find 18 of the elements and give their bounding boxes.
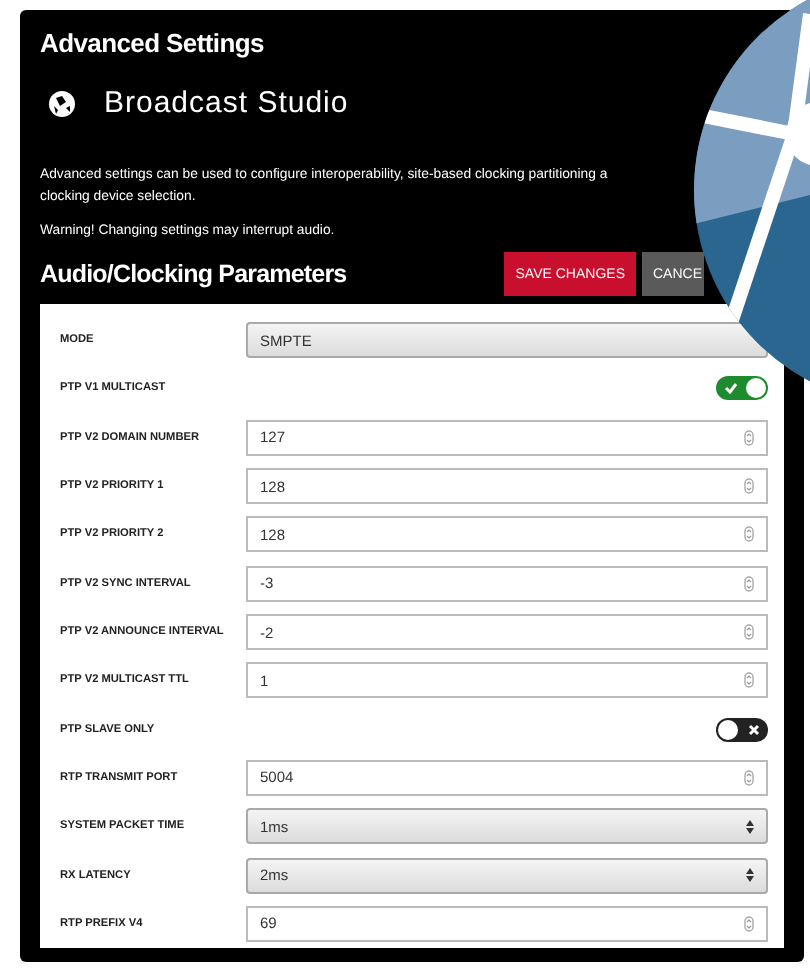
dialog-title: Advanced Settings [40, 28, 264, 58]
section-title: Audio/Clocking Parameters [40, 260, 349, 288]
spinner-icon[interactable] [744, 526, 754, 543]
spinner-icon[interactable] [744, 624, 754, 641]
toggle-switch[interactable] [716, 376, 768, 401]
spinner-icon[interactable] [744, 478, 754, 495]
check-icon [724, 382, 738, 395]
device-name: Broadcast Studio [104, 86, 349, 120]
spinner-icon[interactable] [744, 429, 754, 446]
x-icon [748, 723, 760, 736]
globe-icon [48, 89, 76, 117]
spinner-icon[interactable] [744, 915, 754, 932]
caret-icon [746, 819, 754, 834]
spinner-icon[interactable] [744, 769, 754, 786]
toggle-switch[interactable] [716, 717, 768, 742]
caret-icon [746, 868, 754, 883]
spinner-icon[interactable] [744, 575, 754, 592]
spinner-icon[interactable] [744, 672, 754, 689]
